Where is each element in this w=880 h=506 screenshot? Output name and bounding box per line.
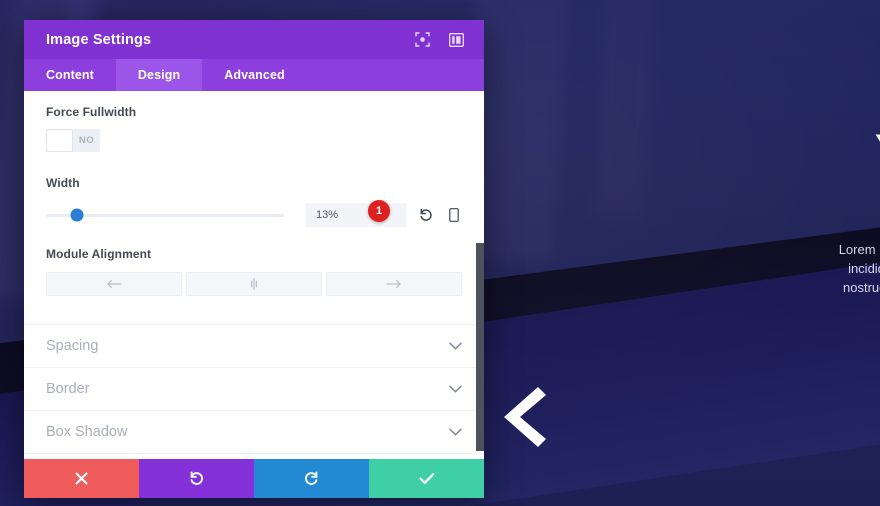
field-width: Width 13% 1 (24, 157, 484, 227)
layout-columns-icon[interactable] (446, 30, 466, 50)
toggle-knob (46, 129, 73, 152)
hero-paragraph: Lorem ipsum dolor sit amet, consectetur … (838, 242, 880, 295)
field-force-fullwidth: Force Fullwidth NO (24, 91, 484, 157)
focus-icon[interactable] (412, 30, 432, 50)
image-settings-modal: Image Settings Content Design Advanced F… (24, 20, 484, 498)
undo-icon[interactable] (418, 207, 434, 223)
save-button[interactable] (369, 459, 484, 498)
force-fullwidth-toggle[interactable]: NO (46, 129, 100, 152)
accordion-item-spacing[interactable]: Spacing (24, 325, 484, 368)
accordion-item-filters[interactable]: Filters (24, 454, 484, 459)
mobile-icon[interactable] (446, 207, 462, 223)
accordion-label: Border (46, 381, 90, 397)
hero-heading: Your members our devotio (622, 126, 880, 212)
step-badge: 1 (368, 200, 390, 222)
modal-footer (24, 459, 484, 498)
width-value-input[interactable]: 13% (306, 203, 406, 227)
accordion-label: Box Shadow (46, 424, 128, 440)
align-center-button[interactable] (186, 272, 322, 296)
tab-content[interactable]: Content (24, 59, 116, 91)
width-slider-track[interactable] (46, 208, 284, 222)
width-slider-knob[interactable] (70, 208, 84, 222)
module-alignment-label: Module Alignment (46, 247, 152, 261)
force-fullwidth-label: Force Fullwidth (46, 105, 137, 119)
scrollbar[interactable] (476, 91, 484, 459)
align-left-button[interactable] (46, 272, 182, 296)
align-right-button[interactable] (326, 272, 462, 296)
screen: Your members our devotio Lorem ipsum dol… (0, 0, 880, 506)
chevron-left-icon[interactable] (498, 385, 546, 449)
accordion-list: Spacing Border Box Shadow (24, 324, 484, 459)
chevron-down-icon (449, 428, 462, 436)
chevron-down-icon (449, 385, 462, 393)
page-title: Image Settings (46, 31, 152, 48)
accordion-label: Spacing (46, 338, 99, 354)
accordion-item-box-shadow[interactable]: Box Shadow (24, 411, 484, 454)
toggle-value-label: NO (78, 135, 95, 146)
accordion-item-border[interactable]: Border (24, 368, 484, 411)
hero-kicker: WHAT'S YOUR CHOICE? (622, 331, 880, 343)
cancel-button[interactable] (24, 459, 139, 498)
chevron-down-icon (449, 342, 462, 350)
tab-advanced[interactable]: Advanced (202, 59, 307, 91)
modal-body: Force Fullwidth NO Width 13% 1 Module Al… (24, 91, 484, 459)
tab-design[interactable]: Design (115, 59, 203, 91)
modal-header: Image Settings (24, 20, 484, 59)
modal-tabs: Content Design Advanced (24, 59, 484, 91)
redo-button[interactable] (254, 459, 369, 498)
scrollbar-thumb[interactable] (476, 243, 484, 451)
field-module-alignment: Module Alignment (24, 227, 484, 296)
width-label: Width (46, 176, 80, 190)
undo-button[interactable] (139, 459, 254, 498)
